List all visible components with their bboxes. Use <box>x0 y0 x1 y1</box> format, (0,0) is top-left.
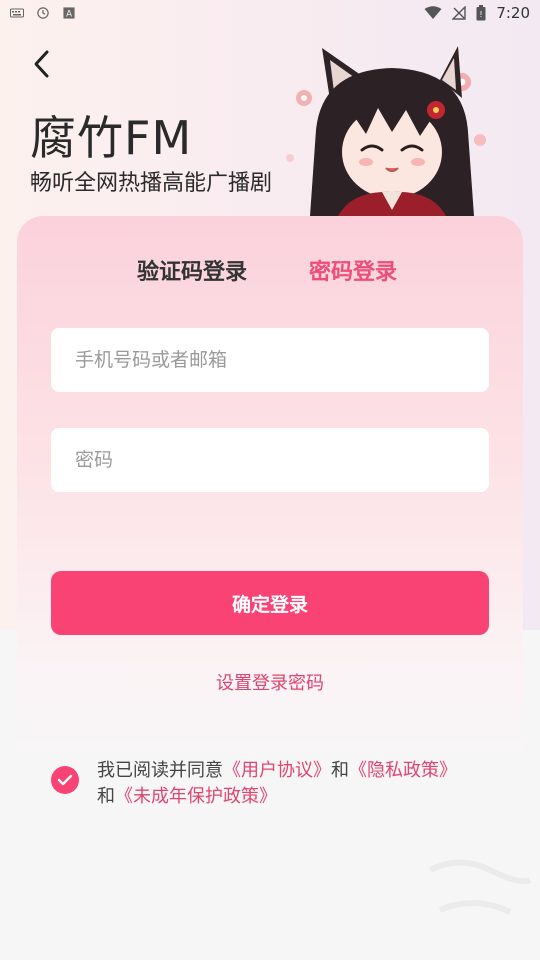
chevron-left-icon <box>34 50 49 78</box>
keyboard-icon <box>10 8 24 18</box>
status-bar: A ! 7:20 <box>0 0 540 26</box>
wifi-icon <box>424 6 442 19</box>
brand-title: 腐竹FM <box>30 111 193 165</box>
agreement-and: 和 <box>331 760 349 781</box>
password-input[interactable] <box>75 449 489 471</box>
privacy-policy-link[interactable]: 《隐私政策》 <box>349 760 457 781</box>
agreement-text: 我已阅读并同意《用户协议》和《隐私政策》 和《未成年保护政策》 <box>97 758 497 810</box>
clock-icon <box>37 7 49 19</box>
set-password-link[interactable]: 设置登录密码 <box>17 671 523 697</box>
agreement-prefix: 我已阅读并同意 <box>97 760 223 781</box>
mascot-illustration <box>286 46 486 216</box>
account-field[interactable] <box>51 328 489 392</box>
minor-protection-policy-link[interactable]: 《未成年保护政策》 <box>115 786 277 807</box>
agreement-checkbox[interactable] <box>51 766 79 794</box>
signal-off-icon <box>452 6 467 20</box>
account-input[interactable] <box>75 349 489 371</box>
user-agreement-link[interactable]: 《用户协议》 <box>223 760 331 781</box>
svg-text:A: A <box>66 9 72 19</box>
agreement-and-2: 和 <box>97 786 115 807</box>
font-icon: A <box>63 7 75 19</box>
tab-password-login[interactable]: 密码登录 <box>309 256 397 290</box>
checkmark-icon <box>57 774 73 786</box>
brand-subtitle: 畅听全网热播高能广播剧 <box>30 171 273 196</box>
tab-sms-login[interactable]: 验证码登录 <box>137 256 247 290</box>
status-time: 7:20 <box>496 4 530 22</box>
svg-text:!: ! <box>480 10 483 19</box>
watermark-graphic <box>428 859 532 915</box>
battery-icon: ! <box>476 5 486 21</box>
login-card: 验证码登录 密码登录 确定登录 设置登录密码 我已阅读并同意《用户协议》和《隐私… <box>17 216 523 942</box>
confirm-login-button[interactable]: 确定登录 <box>51 571 489 635</box>
login-tabs: 验证码登录 密码登录 <box>17 256 523 290</box>
password-field[interactable] <box>51 428 489 492</box>
back-button[interactable] <box>24 46 60 82</box>
